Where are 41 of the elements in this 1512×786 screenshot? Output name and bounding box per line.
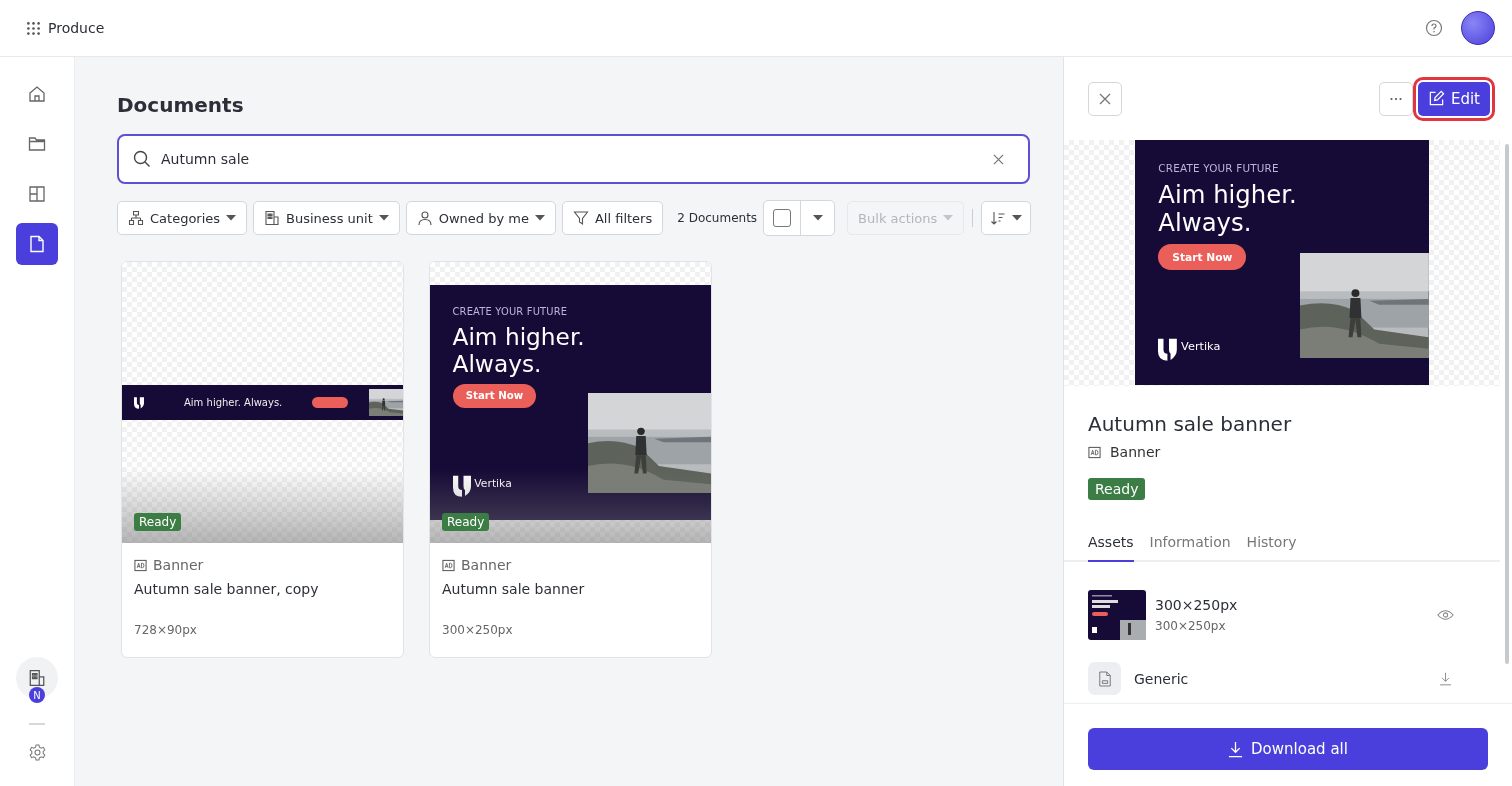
asset-name: 300×250px [1155,597,1239,613]
banner-eyebrow: CREATE YOUR FUTURE [452,306,568,318]
banner-eyebrow: CREATE YOUR FUTURE [1158,161,1279,174]
asset-size: 300×250px [1155,619,1227,633]
brand-name: Vertika [1181,340,1221,354]
tab[interactable]: History [1246,534,1297,562]
banner-cta: Start Now [1158,244,1247,270]
page-title: Documents [117,93,245,117]
search-bar[interactable]: Autumn sale [117,134,1030,184]
banner-headline: Aim higher. [452,324,585,351]
banner-headline: Aim higher. Always. [184,397,283,408]
workspace-badge: N [29,687,45,703]
document-size: 300×250px [442,623,514,637]
document-size: 728×90px [134,623,198,637]
tab[interactable]: Information [1149,534,1231,562]
filter-button[interactable]: Business unit [253,201,400,235]
app-name: Produce [48,20,105,36]
search-field[interactable]: Autumn sale [161,151,983,167]
status-badge: Ready [442,513,490,531]
brand-name: Vertika [474,476,512,490]
document-type: Banner [461,557,512,573]
banner-headline: Aim higher. [1158,181,1297,210]
document-type: Banner [153,557,204,573]
filter-button[interactable]: Categories [117,201,248,235]
document-card[interactable]: CREATE YOUR FUTURE Aim higher. Always. Start Now Vertika Ready Banner Autumn sale banner 300×250px [429,261,712,658]
filter-button[interactable]: All filters [561,201,664,235]
banner-cta: Start Now [452,384,537,408]
banner-headline: Always. [452,351,543,378]
download-all-button[interactable]: Download all [1088,728,1488,770]
filter-button[interactable]: Owned by me [405,201,556,235]
status-badge: Ready [1088,478,1146,500]
asset-name: Generic [1134,670,1190,687]
result-count: 2 Documents [677,211,758,225]
document-card[interactable]: Aim higher. Always. Ready Banner Autumn sale banner, copy 728×90px [121,261,404,658]
document-name: Autumn sale banner, copy [134,581,320,597]
document-title: Autumn sale banner [1088,412,1293,436]
document-type: Banner [1110,444,1161,460]
tab[interactable]: Assets [1088,534,1134,562]
document-name: Autumn sale banner [442,581,586,597]
status-badge: Ready [134,513,182,531]
banner-headline: Always. [1158,209,1253,238]
